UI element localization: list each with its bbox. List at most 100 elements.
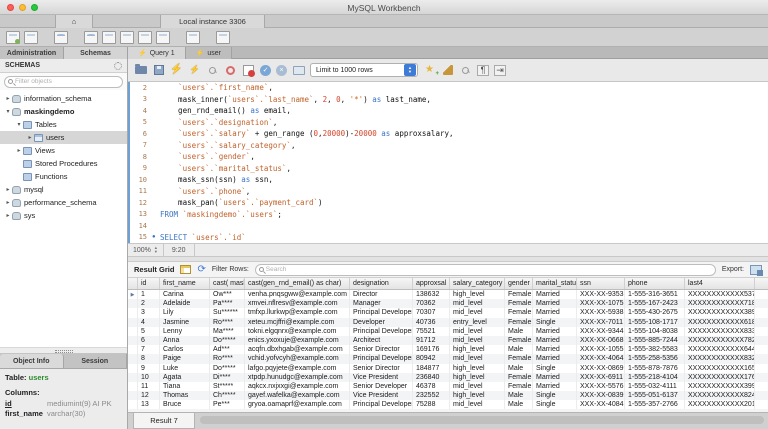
table-cell[interactable]: 1-555-357-2766	[625, 400, 685, 410]
table-cell[interactable]: mid_level	[450, 299, 505, 309]
autocommit-icon[interactable]	[292, 64, 305, 76]
table-cell[interactable]: 1-555-885-7244	[625, 335, 685, 346]
table-cell[interactable]: mid_level	[450, 381, 505, 392]
table-cell[interactable]: Pa****	[210, 299, 245, 309]
column-header-gender[interactable]: gender	[505, 278, 533, 289]
table-cell[interactable]: 236840	[413, 372, 450, 382]
table-cell[interactable]: 70362	[413, 299, 450, 309]
table-cell[interactable]: Paige	[160, 354, 210, 364]
table-cell[interactable]: Married	[533, 326, 577, 336]
table-cell[interactable]: XXX-XX-5938	[577, 308, 625, 318]
table-cell[interactable]: 8	[138, 354, 160, 364]
code-line[interactable]: 12 mask_pan(`users`.`payment_card`)	[130, 197, 768, 209]
table-cell[interactable]: Single	[533, 363, 577, 373]
tree-item-maskingdemo[interactable]: ▾ maskingdemo	[0, 105, 127, 118]
save-snippet-icon[interactable]: ★	[423, 64, 439, 78]
table-cell[interactable]: 232552	[413, 391, 450, 401]
table-cell[interactable]: gayef.wafelka@example.com	[245, 391, 350, 401]
column-header-approxsal[interactable]: approxsal	[413, 278, 450, 289]
code-line[interactable]: 8 `users`.`gender`,	[130, 151, 768, 163]
connection-tab[interactable]: Local instance 3306	[160, 15, 265, 28]
table-cell[interactable]: Ad***	[210, 345, 245, 355]
tree-item-stored-procedures[interactable]: Stored Procedures	[0, 157, 127, 170]
table-cell[interactable]: Principal Developer	[350, 308, 413, 318]
table-row[interactable]: 8 Paige Ro**** vchid.yofvcyh@example.com Pri…	[128, 354, 768, 364]
tab-session[interactable]: Session	[63, 354, 127, 368]
table-cell[interactable]: XXXXXXXXXXXX1658	[685, 363, 755, 373]
new-sql-tab-icon[interactable]	[6, 30, 20, 44]
chevron-right-icon[interactable]: ▸	[4, 186, 12, 193]
table-cell[interactable]: 1-555-258-5356	[625, 354, 685, 364]
table-cell[interactable]: high_level	[450, 391, 505, 401]
table-row[interactable]: 11 Tiana St***** aqkcx.nxjxxgi@example.com S…	[128, 381, 768, 392]
create-schema-icon[interactable]	[84, 30, 98, 44]
stop-icon[interactable]	[224, 64, 237, 76]
table-cell[interactable]: Vice President	[350, 391, 413, 401]
tab-query-1[interactable]: ⚡ Query 1	[128, 47, 186, 59]
table-cell[interactable]: Female	[505, 317, 533, 327]
table-cell[interactable]: 1-555-051-6137	[625, 391, 685, 401]
reconnect-dbms-icon[interactable]	[216, 30, 230, 44]
zoom-stepper[interactable]: ▲ ▼	[154, 246, 158, 254]
create-function-icon[interactable]	[156, 30, 170, 44]
create-view-icon[interactable]	[120, 30, 134, 44]
table-cell[interactable]: 46378	[413, 381, 450, 392]
create-table-icon[interactable]	[102, 30, 116, 44]
table-cell[interactable]: 11	[138, 381, 160, 392]
tree-item-tables[interactable]: ▾ Tables	[0, 118, 127, 131]
table-cell[interactable]: 1-555-108-1717	[625, 317, 685, 327]
table-cell[interactable]: Female	[505, 335, 533, 346]
column-header-phone[interactable]: phone	[625, 278, 685, 289]
table-cell[interactable]: Married	[533, 335, 577, 346]
table-cell[interactable]: XXX-XX-7011	[577, 317, 625, 327]
table-cell[interactable]: tokni.elgqnrx@example.com	[245, 326, 350, 336]
table-cell[interactable]: XXX-XX-9353	[577, 290, 625, 300]
table-cell[interactable]: Married	[533, 345, 577, 355]
table-cell[interactable]: XXXXXXXXXXXX7824	[685, 335, 755, 346]
open-sql-script-icon[interactable]	[24, 30, 38, 44]
inspector-icon[interactable]	[54, 30, 68, 44]
table-cell[interactable]: Male	[505, 345, 533, 355]
schema-filter-input[interactable]	[15, 78, 119, 85]
tree-item-sys[interactable]: ▸ sys	[0, 209, 127, 222]
table-cell[interactable]: XXXXXXXXXXXX3993	[685, 381, 755, 392]
code-line[interactable]: 6 `users`.`salary` + gen_range (0,20000)…	[130, 128, 768, 140]
table-row[interactable]: 10 Agata Di**** xtpdp.hunudgc@example.com Vi…	[128, 372, 768, 382]
table-cell[interactable]: Ro****	[210, 354, 245, 364]
chevron-right-icon[interactable]: ▸	[4, 199, 12, 206]
table-cell[interactable]: XXX-XX-1075	[577, 299, 625, 309]
table-cell[interactable]: XXXXXXXXXXXX1760	[685, 372, 755, 382]
table-cell[interactable]: Do*****	[210, 335, 245, 346]
table-cell[interactable]: 5	[138, 326, 160, 336]
table-cell[interactable]: XXXXXXXXXXXX8245	[685, 391, 755, 401]
code-line[interactable]: 15 ● SELECT `users`.`id`	[130, 232, 768, 244]
table-cell[interactable]: 40736	[413, 317, 450, 327]
table-cell[interactable]: XXX-XX-5576	[577, 381, 625, 392]
table-cell[interactable]: high_level	[450, 363, 505, 373]
table-row[interactable]: 6 Anna Do***** enics.yxoxuje@example.com Arc…	[128, 335, 768, 346]
table-cell[interactable]: lafgo.pqyjete@example.com	[245, 363, 350, 373]
table-cell[interactable]: XXXXXXXXXXXX5375	[685, 290, 755, 300]
table-cell[interactable]: Female	[505, 354, 533, 364]
table-cell[interactable]: Adelaide	[160, 299, 210, 309]
table-cell[interactable]: Married	[533, 308, 577, 318]
table-cell[interactable]: Married	[533, 372, 577, 382]
rollback-icon[interactable]: ×	[276, 64, 287, 76]
toggle-wrap-icon[interactable]: ⇥	[494, 64, 506, 76]
table-cell[interactable]: Married	[533, 299, 577, 309]
table-cell[interactable]: 1-555-167-2423	[625, 299, 685, 309]
column-header-id[interactable]: id	[138, 278, 160, 289]
table-cell[interactable]: Do*****	[210, 363, 245, 373]
table-row[interactable]: 13 Bruce Pe*** gryoa.oamaprf@example.com Pri…	[128, 400, 768, 410]
stop-on-error-icon[interactable]	[242, 64, 255, 77]
sidebar-splitter[interactable]	[0, 347, 127, 354]
table-cell[interactable]: Agata	[160, 372, 210, 382]
table-cell[interactable]: gryoa.oamaprf@example.com	[245, 400, 350, 410]
table-cell[interactable]: XXXXXXXXXXXX6187	[685, 317, 755, 327]
table-cell[interactable]: 1	[138, 290, 160, 300]
table-cell[interactable]: Senior Director	[350, 345, 413, 355]
table-cell[interactable]: XXX-XX-6911	[577, 372, 625, 382]
tab-object-info[interactable]: Object Info	[0, 354, 64, 368]
chevron-down-icon[interactable]: ▾	[4, 108, 12, 115]
table-cell[interactable]: venha.pnqsgww@example.com	[245, 290, 350, 300]
